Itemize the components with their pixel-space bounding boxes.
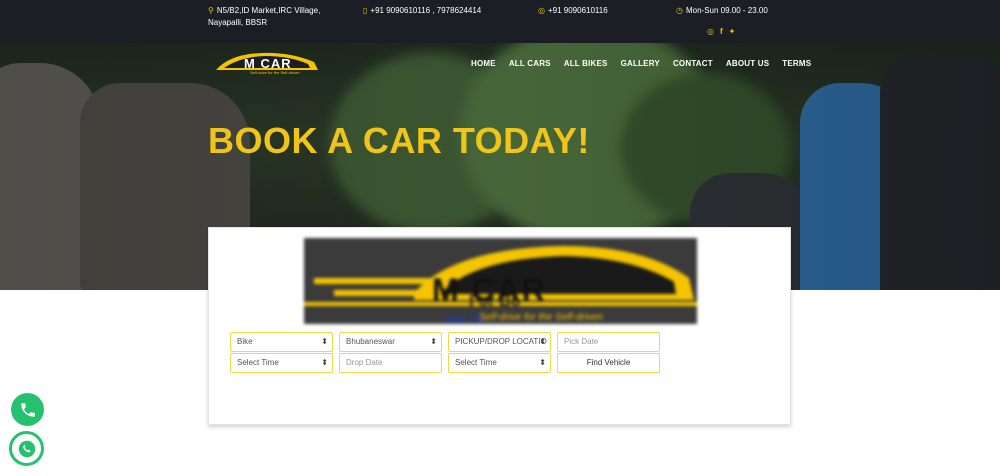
nav-gallery[interactable]: GALLERY — [621, 59, 660, 68]
card-logo-name: M CAR — [432, 272, 547, 308]
whatsapp-chat-button[interactable] — [9, 431, 44, 466]
drop-time-select[interactable]: Select Time — [448, 353, 551, 373]
vehicle-type-select[interactable]: Bike — [230, 332, 333, 352]
address: ⚲ N5/B2,ID Market,IRC Village, Nayapalli,… — [208, 5, 328, 29]
phone-numbers[interactable]: ▯ +91 9090610116 , 7978624414 — [363, 5, 481, 17]
main-navigation: HOME ALL CARS ALL BIKES GALLERY CONTACT … — [471, 59, 824, 68]
whatsapp-social-icon[interactable]: ◎ — [707, 27, 714, 36]
site-logo[interactable]: M CAR Self-drive for the Self-driven — [210, 48, 322, 78]
pickup-location-select[interactable]: PICKUP/DROP LOCATIO — [448, 332, 551, 352]
whatsapp-number[interactable]: ◎ +91 9090610116 — [538, 5, 608, 17]
top-info-bar: ⚲ N5/B2,ID Market,IRC Village, Nayapalli,… — [0, 0, 1000, 43]
logo-name: M CAR — [244, 56, 292, 71]
city-select[interactable]: Bhubaneswar — [339, 332, 442, 352]
nav-about-us[interactable]: ABOUT US — [726, 59, 769, 68]
pickup-time-select[interactable]: Select Time — [230, 353, 333, 373]
card-logo-image: For Bo M CAR +91 79 Self-drive for the S… — [304, 238, 697, 324]
social-links: ◎ f ✦ — [707, 27, 735, 36]
card-logo-tagline: Self-drive for the Self-driven — [479, 312, 603, 323]
nav-terms[interactable]: TERMS — [782, 59, 811, 68]
facebook-icon[interactable]: f — [720, 27, 723, 36]
nav-home[interactable]: HOME — [471, 59, 496, 68]
call-button[interactable] — [11, 393, 44, 426]
address-line1: N5/B2,ID Market,IRC Village, — [216, 6, 321, 15]
twitter-icon[interactable]: ✦ — [729, 27, 736, 36]
whatsapp-icon — [18, 440, 35, 457]
address-line2: Nayapalli, BBSR — [208, 18, 268, 27]
hero-headline: BOOK A CAR TODAY! — [208, 120, 590, 161]
mobile-icon: ▯ — [363, 6, 368, 15]
drop-date-input[interactable]: Drop Date — [339, 353, 442, 373]
whatsapp-icon: ◎ — [538, 6, 545, 15]
clock-icon: ◷ — [676, 6, 683, 15]
pick-date-input[interactable]: Pick Date — [557, 332, 660, 352]
nav-all-bikes[interactable]: ALL BIKES — [564, 59, 608, 68]
opening-hours: ◷ Mon-Sun 09.00 - 23.00 — [676, 6, 768, 15]
nav-contact[interactable]: CONTACT — [673, 59, 713, 68]
map-pin-icon: ⚲ — [208, 6, 214, 15]
phone-icon — [20, 402, 35, 417]
logo-tagline: Self-drive for the Self-driven — [250, 70, 300, 75]
find-vehicle-button[interactable]: Find Vehicle — [557, 353, 660, 373]
booking-card: For Bo M CAR +91 79 Self-drive for the S… — [208, 227, 791, 425]
nav-all-cars[interactable]: ALL CARS — [509, 59, 551, 68]
